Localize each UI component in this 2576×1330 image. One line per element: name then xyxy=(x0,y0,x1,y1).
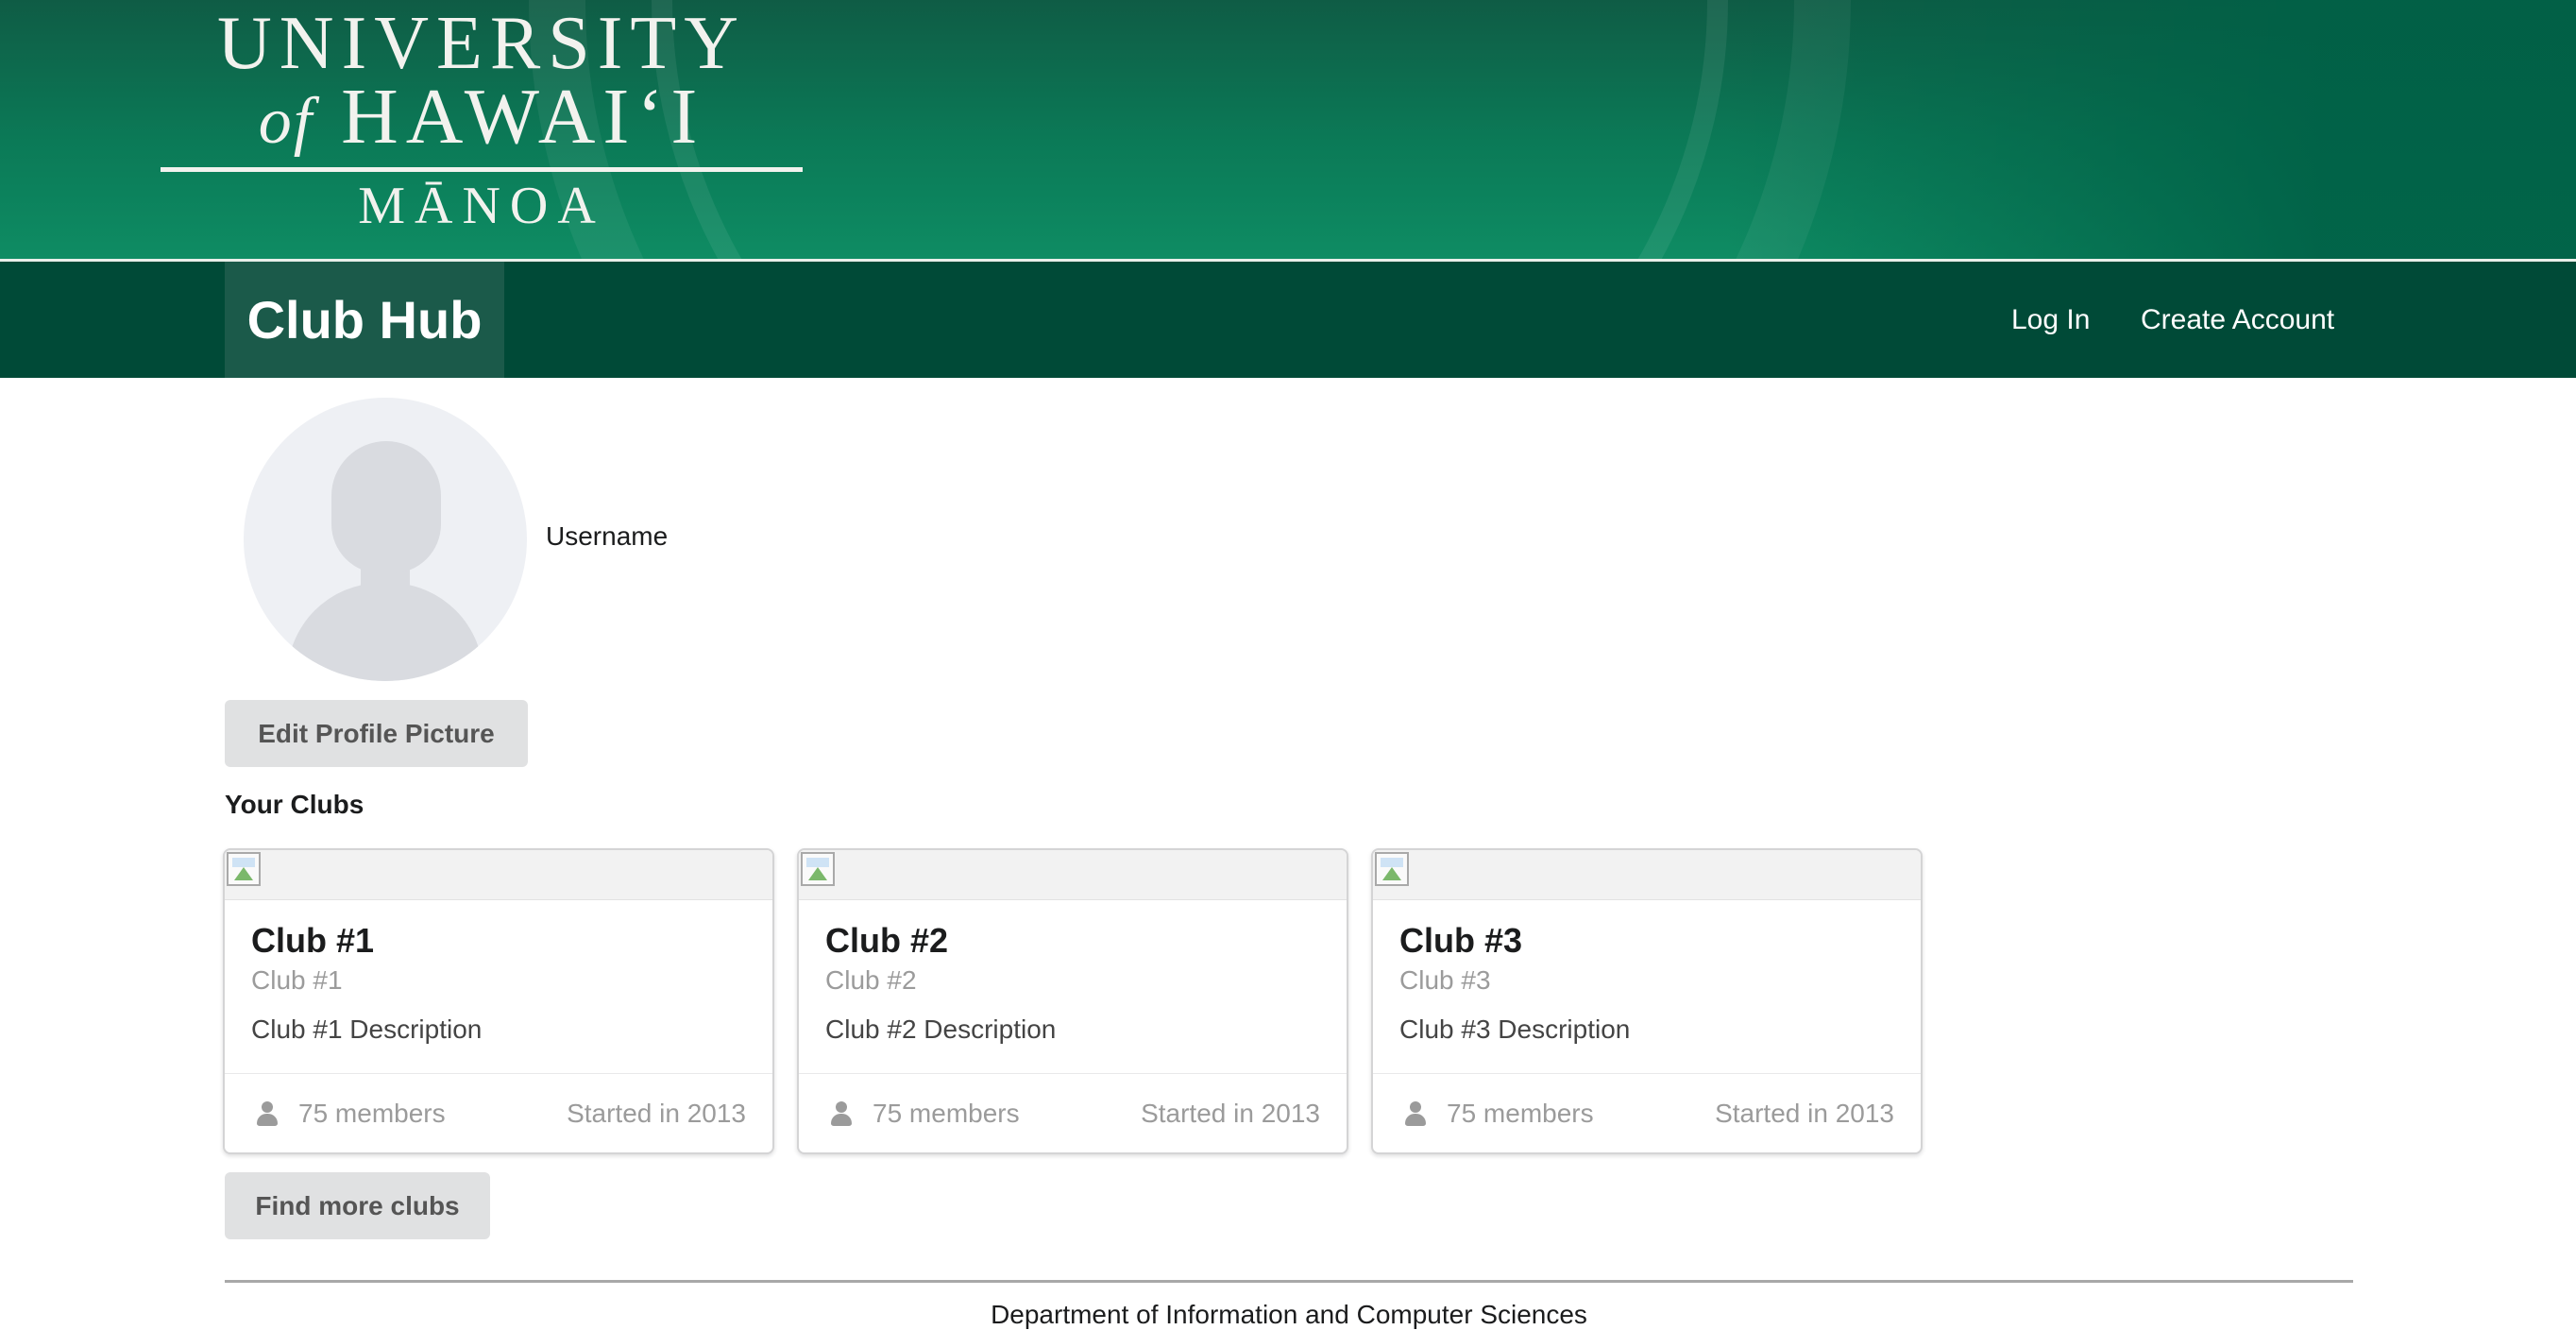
club-card[interactable]: Club #3 Club #3 Club #3 Description 75 m… xyxy=(1371,848,1923,1154)
broken-image-icon xyxy=(227,852,261,886)
club-started: Started in 2013 xyxy=(1141,1098,1320,1128)
club-extra: 75 members Started in 2013 xyxy=(799,1073,1347,1152)
footer-text: Department of Information and Computer S… xyxy=(991,1300,1587,1329)
login-link[interactable]: Log In xyxy=(2011,262,2090,378)
user-icon xyxy=(1405,1100,1426,1126)
your-clubs-heading: Your Clubs xyxy=(225,790,364,819)
user-icon xyxy=(831,1100,852,1126)
university-logo: UNIVERSITY of HAWAI‘I MĀNOA xyxy=(113,6,850,232)
club-description: Club #1 Description xyxy=(251,1015,483,1044)
club-members: 75 members xyxy=(873,1098,1020,1128)
club-card[interactable]: Club #2 Club #2 Club #2 Description 75 m… xyxy=(797,848,1348,1154)
club-image xyxy=(225,850,772,900)
create-account-link[interactable]: Create Account xyxy=(2141,262,2334,378)
club-title: Club #3 xyxy=(1399,921,1523,960)
club-meta: Club #2 xyxy=(825,965,917,995)
club-started: Started in 2013 xyxy=(1715,1098,1894,1128)
edit-profile-picture-button[interactable]: Edit Profile Picture xyxy=(225,700,528,767)
club-card[interactable]: Club #1 Club #1 Club #1 Description 75 m… xyxy=(223,848,774,1154)
top-navbar: Club Hub Log In Create Account xyxy=(0,262,2576,378)
club-started: Started in 2013 xyxy=(567,1098,746,1128)
avatar xyxy=(244,398,527,681)
username-label: Username xyxy=(546,521,669,551)
club-image xyxy=(1373,850,1921,900)
brand-link[interactable]: Club Hub xyxy=(225,262,504,378)
broken-image-icon xyxy=(1375,852,1409,886)
club-cards: Club #1 Club #1 Club #1 Description 75 m… xyxy=(223,848,1923,1155)
club-meta: Club #3 xyxy=(1399,965,1491,995)
user-icon xyxy=(257,1100,278,1126)
club-members: 75 members xyxy=(1447,1098,1594,1128)
header-banner: UNIVERSITY of HAWAI‘I MĀNOA xyxy=(0,0,2576,259)
club-extra: 75 members Started in 2013 xyxy=(1373,1073,1921,1152)
club-image xyxy=(799,850,1347,900)
broken-image-icon xyxy=(801,852,835,886)
club-description: Club #2 Description xyxy=(825,1015,1057,1044)
club-title: Club #2 xyxy=(825,921,949,960)
footer-divider xyxy=(225,1280,2353,1283)
club-description: Club #3 Description xyxy=(1399,1015,1631,1044)
find-more-clubs-button[interactable]: Find more clubs xyxy=(225,1172,490,1239)
club-extra: 75 members Started in 2013 xyxy=(225,1073,772,1152)
club-title: Club #1 xyxy=(251,921,375,960)
club-members: 75 members xyxy=(298,1098,446,1128)
club-meta: Club #1 xyxy=(251,965,343,995)
